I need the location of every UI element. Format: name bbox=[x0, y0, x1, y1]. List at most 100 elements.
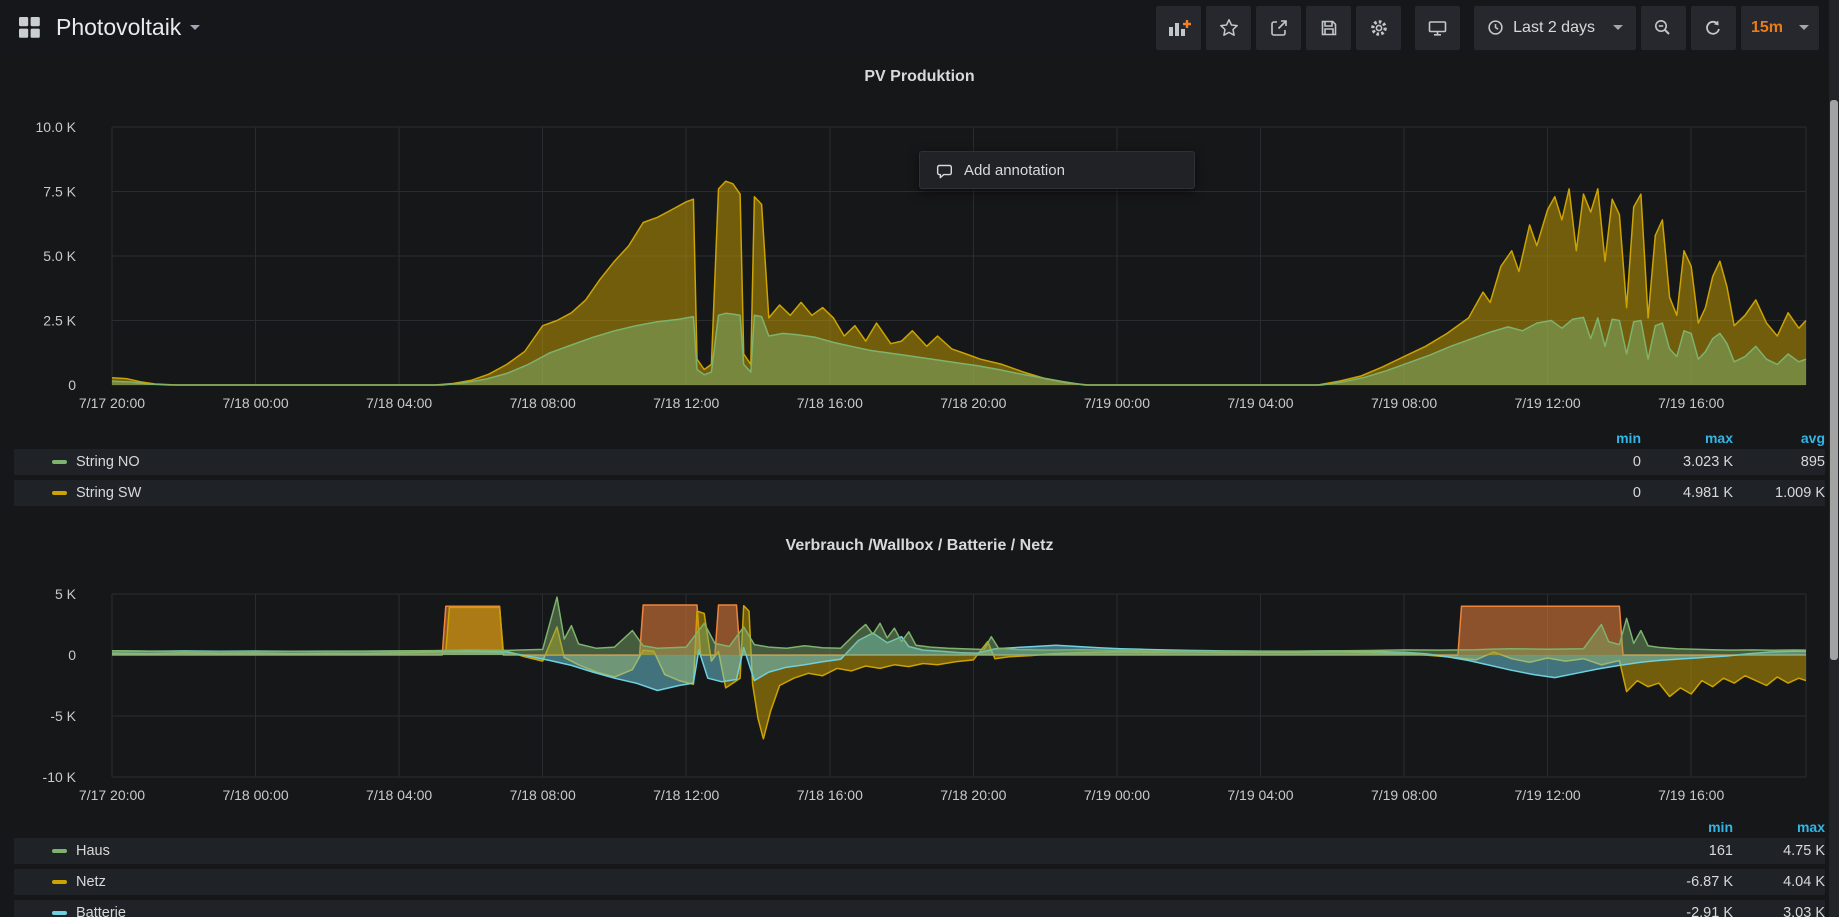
series-color-swatch[interactable] bbox=[52, 460, 67, 464]
dashboard-title: Photovoltaik bbox=[56, 14, 181, 41]
time-controls-group: Last 2 days 15m bbox=[1474, 6, 1819, 50]
y-tick-label: 0 bbox=[68, 647, 76, 663]
gear-icon bbox=[1369, 18, 1389, 38]
verbrauch-chart[interactable]: 7/17 20:00 7/18 00:00 7/18 04:00 7/18 08:00… bbox=[0, 562, 1839, 812]
legend-series-name: String SW bbox=[76, 485, 141, 501]
time-range-picker[interactable]: Last 2 days bbox=[1474, 6, 1636, 50]
legend-row-string-sw: String SW 04.981 K1.009 K bbox=[14, 480, 1825, 506]
panel-verbrauch: Verbrauch /Wallbox / Batterie / Netz 7/1… bbox=[0, 534, 1839, 917]
legend-series-name: Netz bbox=[76, 874, 106, 890]
x-tick-label: 7/19 04:00 bbox=[1227, 787, 1293, 803]
panel-title[interactable]: Verbrauch /Wallbox / Batterie / Netz bbox=[0, 534, 1839, 558]
x-tick-label: 7/18 00:00 bbox=[222, 787, 288, 803]
comment-icon bbox=[935, 162, 953, 179]
x-tick-label: 7/19 12:00 bbox=[1515, 395, 1581, 411]
legend-value-min: -2.91 K bbox=[1641, 905, 1733, 917]
legend-value-min: 0 bbox=[1549, 485, 1641, 501]
legend-series-toggle-string-sw[interactable]: String SW bbox=[14, 485, 1549, 501]
grid-icon bbox=[18, 16, 41, 39]
dashboards-grid-icon[interactable] bbox=[18, 16, 41, 39]
scrollbar[interactable] bbox=[1829, 0, 1839, 917]
legend-value-min: -6.87 K bbox=[1641, 874, 1733, 890]
x-tick-label: 7/18 20:00 bbox=[940, 787, 1006, 803]
x-tick-label: 7/18 12:00 bbox=[653, 395, 719, 411]
legend-sort-min[interactable]: min bbox=[1641, 819, 1733, 835]
x-tick-label: 7/19 00:00 bbox=[1084, 395, 1150, 411]
series-color-swatch[interactable] bbox=[52, 491, 67, 495]
chevron-down-icon bbox=[1613, 25, 1623, 30]
time-range-label: Last 2 days bbox=[1513, 19, 1595, 37]
star-button[interactable] bbox=[1206, 6, 1251, 50]
navbar: Photovoltaik bbox=[0, 0, 1839, 55]
settings-button[interactable] bbox=[1356, 6, 1401, 50]
legend-row-string-no: String NO03.023 K895 bbox=[14, 449, 1825, 475]
x-tick-label: 7/18 12:00 bbox=[653, 787, 719, 803]
legend-value-max: 3.03 K bbox=[1733, 905, 1825, 917]
y-tick-label: -10 K bbox=[43, 769, 77, 785]
refresh-interval-picker[interactable]: 15m bbox=[1741, 6, 1819, 50]
y-tick-label: 10.0 K bbox=[36, 119, 77, 135]
legend-sort-max[interactable]: max bbox=[1733, 819, 1825, 835]
zoom-out-button[interactable] bbox=[1641, 6, 1686, 50]
pv-produktion-legend: minmaxavgString NO03.023 K895String SW04… bbox=[14, 427, 1825, 506]
legend-series-name: Batterie bbox=[76, 905, 126, 917]
refresh-button[interactable] bbox=[1691, 6, 1736, 50]
x-tick-label: 7/19 16:00 bbox=[1658, 395, 1724, 411]
navbar-left: Photovoltaik bbox=[18, 14, 200, 41]
y-tick-label: 2.5 K bbox=[43, 313, 76, 329]
x-tick-label: 7/18 16:00 bbox=[797, 787, 863, 803]
chevron-down-icon bbox=[1799, 25, 1809, 30]
save-icon bbox=[1319, 18, 1339, 38]
panel-title[interactable]: PV Produktion bbox=[0, 65, 1839, 89]
pv-produktion-chart[interactable]: 7/17 20:007/18 00:007/18 04:007/18 08:00… bbox=[0, 93, 1839, 423]
x-tick-label: 7/18 04:00 bbox=[366, 787, 432, 803]
series-color-swatch[interactable] bbox=[52, 880, 67, 884]
x-tick-label: 7/19 08:00 bbox=[1371, 787, 1437, 803]
x-tick-label: 7/18 00:00 bbox=[222, 395, 288, 411]
legend-series-name: Haus bbox=[76, 843, 110, 859]
legend-value-max: 3.023 K bbox=[1641, 454, 1733, 470]
legend-sort-max[interactable]: max bbox=[1641, 430, 1733, 446]
series-color-swatch[interactable] bbox=[52, 849, 67, 853]
series-area-string-no bbox=[112, 313, 1806, 385]
add-panel-icon bbox=[1167, 18, 1191, 38]
tv-icon bbox=[1427, 18, 1448, 38]
chevron-down-icon bbox=[190, 25, 200, 30]
legend-row-netz: Netz-6.87 K4.04 K bbox=[14, 869, 1825, 895]
zoom-out-icon bbox=[1653, 18, 1673, 38]
legend-series-toggle-batterie[interactable]: Batterie bbox=[14, 905, 1641, 917]
add-panel-button[interactable] bbox=[1156, 6, 1201, 50]
verbrauch-legend: minmaxHaus1614.75 KNetz-6.87 K4.04 KBatt… bbox=[14, 816, 1825, 917]
x-tick-label: 7/19 16:00 bbox=[1658, 787, 1724, 803]
legend-series-toggle-haus[interactable]: Haus bbox=[14, 843, 1641, 859]
view-mode-group bbox=[1415, 6, 1460, 50]
cycle-view-mode-button[interactable] bbox=[1415, 6, 1460, 50]
x-tick-label: 7/18 08:00 bbox=[510, 787, 576, 803]
share-icon bbox=[1269, 18, 1289, 38]
y-tick-label: 5 K bbox=[55, 586, 77, 602]
scrollbar-thumb[interactable] bbox=[1830, 100, 1838, 660]
dashboard-title-dropdown[interactable]: Photovoltaik bbox=[56, 14, 200, 41]
x-tick-label: 7/17 20:00 bbox=[79, 787, 145, 803]
legend-series-toggle-netz[interactable]: Netz bbox=[14, 874, 1641, 890]
y-tick-label: -5 K bbox=[50, 708, 76, 724]
y-tick-label: 0 bbox=[68, 377, 76, 393]
y-tick-label: 7.5 K bbox=[43, 184, 76, 200]
legend-row-batterie: Batterie -2.91 K3.03 K bbox=[14, 900, 1825, 917]
legend-sort-min[interactable]: min bbox=[1549, 430, 1641, 446]
legend-value-min: 0 bbox=[1549, 454, 1641, 470]
legend-value-max: 4.981 K bbox=[1641, 485, 1733, 501]
legend-series-name: String NO bbox=[76, 454, 140, 470]
legend-value-avg: 1.009 K bbox=[1733, 485, 1825, 501]
legend-sort-avg[interactable]: avg bbox=[1733, 430, 1825, 446]
save-button[interactable] bbox=[1306, 6, 1351, 50]
share-button[interactable] bbox=[1256, 6, 1301, 50]
legend-header: minmax bbox=[14, 816, 1825, 838]
x-tick-label: 7/19 00:00 bbox=[1084, 787, 1150, 803]
series-area-wallbox bbox=[112, 605, 1806, 655]
series-color-swatch[interactable] bbox=[52, 911, 67, 915]
x-tick-label: 7/18 16:00 bbox=[797, 395, 863, 411]
add-annotation-menu-item[interactable]: Add annotation bbox=[919, 151, 1195, 189]
legend-series-toggle-string-no[interactable]: String NO bbox=[14, 454, 1549, 470]
legend-value-max: 4.75 K bbox=[1733, 843, 1825, 859]
